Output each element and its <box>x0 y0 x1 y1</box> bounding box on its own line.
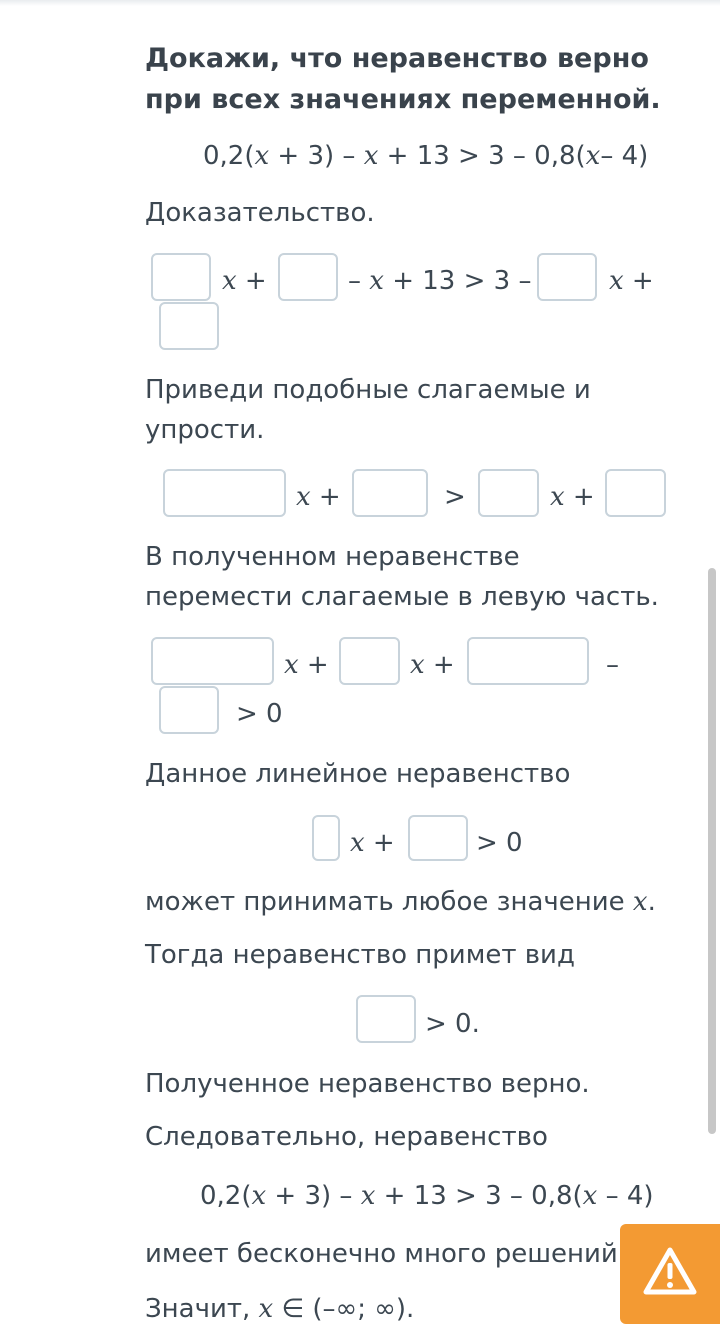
answer-box-step3-3[interactable] <box>467 637 589 685</box>
step2-term1: x + <box>296 482 341 512</box>
answer-box-step3-2[interactable] <box>339 637 400 685</box>
task-title-line: при всех значениях переменной. <box>145 84 661 115</box>
answer-box-step2-1[interactable] <box>163 469 286 517</box>
then-text: Тогда неравенство примет вид <box>145 940 575 970</box>
warning-icon <box>643 1247 697 1295</box>
infinite-solutions-text: имеет бесконечно много решений <box>145 1239 618 1269</box>
answer-box-step4-1[interactable] <box>312 815 340 861</box>
any-value-text: может принимать любое значение x. <box>145 887 656 917</box>
step4-term1: x + <box>350 828 395 858</box>
task-title: Докажи, что неравенство верно при всех з… <box>145 38 661 120</box>
answer-box-step1-1[interactable] <box>151 253 211 301</box>
answer-box-step3-4[interactable] <box>159 686 219 734</box>
answer-box-step5-1[interactable] <box>356 995 416 1043</box>
answer-box-step2-3[interactable] <box>478 469 539 517</box>
true-text: Полученное неравенство верно. <box>145 1069 590 1099</box>
step1-term3: x + <box>609 266 654 296</box>
step5-gt0: > 0. <box>425 1009 480 1039</box>
scrollbar-thumb[interactable] <box>708 568 716 1134</box>
answer-text: Значит, x ∈ (–∞; ∞). <box>145 1294 415 1324</box>
answer-box-step4-2[interactable] <box>408 815 468 861</box>
step3-minus: – <box>606 650 619 680</box>
reduce-instruction-line: упрости. <box>145 415 265 445</box>
task-inequality: 0,2(x + 3) – x + 13 > 3 – 0,8(x– 4) <box>203 141 649 171</box>
step2-term3: x + <box>550 482 595 512</box>
step4-gt0: > 0 <box>476 828 523 858</box>
step2-gt: > <box>444 482 466 512</box>
answer-box-step1-4[interactable] <box>159 302 219 350</box>
top-shadow <box>0 0 720 6</box>
report-problem-button[interactable] <box>620 1224 720 1324</box>
step3-term2: x + <box>410 650 455 680</box>
step1-term1: x + <box>222 266 267 296</box>
answer-box-step2-2[interactable] <box>352 469 428 517</box>
answer-box-step3-1[interactable] <box>151 637 274 685</box>
proof-heading: Доказательство. <box>145 198 375 228</box>
answer-box-step2-4[interactable] <box>605 469 666 517</box>
step3-gt0: > 0 <box>236 699 283 729</box>
step3-term1: x + <box>284 650 329 680</box>
move-instruction-line: В полученном неравенстве <box>145 542 520 572</box>
step1-middle: – x + 13 > 3 – <box>348 266 532 296</box>
reduce-instruction-line: Приведи подобные слагаемые и <box>145 375 591 405</box>
final-inequality: 0,2(x + 3) – x + 13 > 3 – 0,8(x – 4) <box>200 1181 654 1211</box>
therefore-text: Следовательно, неравенство <box>145 1122 548 1152</box>
move-instruction-line: перемести слагаемые в левую часть. <box>145 582 659 612</box>
answer-box-step1-3[interactable] <box>537 253 597 301</box>
task-title-line: Докажи, что неравенство верно <box>145 43 649 74</box>
answer-box-step1-2[interactable] <box>278 253 338 301</box>
linear-text: Данное линейное неравенство <box>145 759 571 789</box>
